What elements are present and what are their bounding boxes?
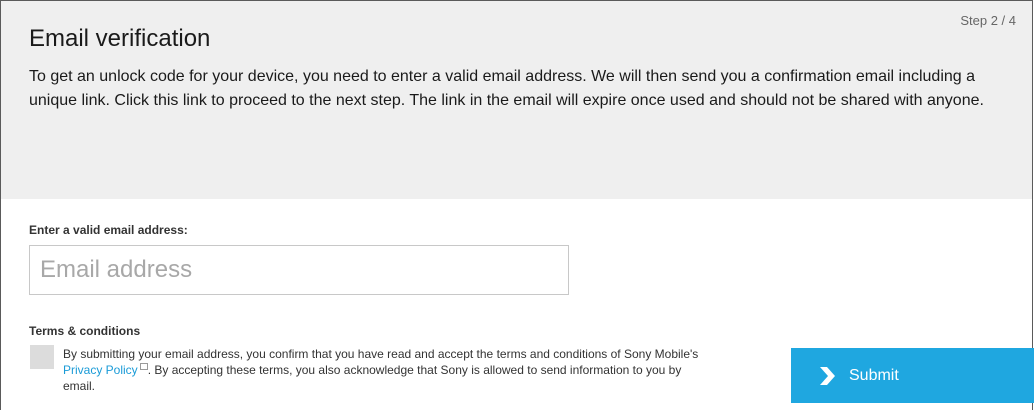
page-title: Email verification	[29, 25, 211, 52]
verification-panel: Step 2 / 4 Email verification To get an …	[0, 0, 1034, 410]
email-field-label: Enter a valid email address:	[29, 223, 188, 237]
submit-label: Submit	[849, 366, 899, 384]
privacy-policy-link[interactable]: Privacy Policy	[63, 363, 138, 377]
terms-text: By submitting your email address, you co…	[63, 346, 703, 394]
email-field[interactable]	[29, 245, 569, 295]
description-text: To get an unlock code for your device, y…	[29, 68, 984, 109]
terms-checkbox[interactable]	[30, 345, 54, 369]
chevron-right-icon	[820, 367, 835, 385]
external-link-icon	[139, 363, 148, 370]
terms-text-after: . By accepting these terms, you also ack…	[63, 363, 682, 393]
terms-title: Terms & conditions	[29, 324, 141, 338]
step-indicator: Step 2 / 4	[960, 13, 1016, 28]
submit-button[interactable]: Submit	[791, 348, 1034, 403]
terms-text-before: By submitting your email address, you co…	[63, 347, 699, 361]
verification-header: Step 2 / 4 Email verification To get an …	[1, 1, 1032, 199]
